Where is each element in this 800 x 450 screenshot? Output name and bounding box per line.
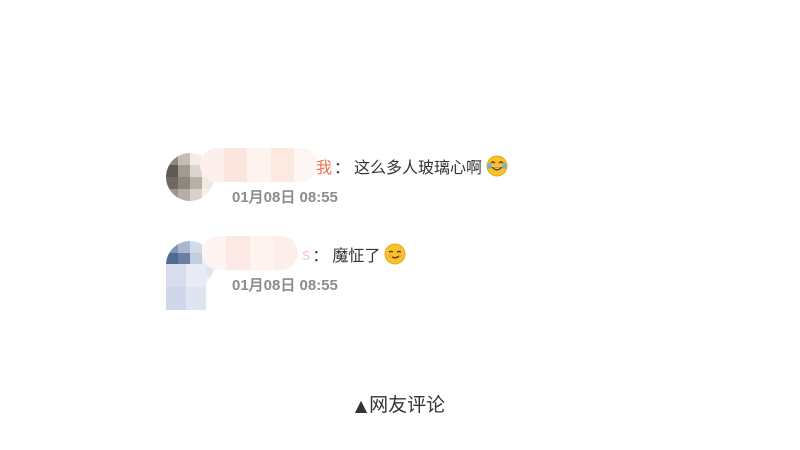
avatar-blur-overlay: [166, 264, 206, 310]
username[interactable]: 我: [316, 154, 332, 178]
colon: ：: [312, 246, 329, 265]
comment-time: 01月08日 08:55: [232, 277, 338, 294]
section-title: 网友评论: [369, 394, 446, 416]
comment-item: s ： 魔怔了 01月08日 08:55: [166, 236, 586, 310]
username-blurred[interactable]: [200, 148, 318, 182]
comments-section-header[interactable]: ▲ 网友评论: [0, 390, 800, 417]
triangle-up-icon: ▲: [354, 396, 368, 415]
comment-line: s ： 魔怔了: [302, 242, 406, 266]
colon: ：: [334, 158, 351, 177]
comment-text: 这么多人玻璃心啊: [354, 158, 483, 177]
comment-text: 魔怔了: [332, 246, 381, 265]
comment-time: 01月08日 08:55: [232, 189, 338, 206]
username[interactable]: s: [302, 245, 310, 264]
comment-line: 我 ： 这么多人玻璃心啊: [316, 154, 508, 178]
smirk-emoji-icon: [384, 243, 406, 265]
laughing-tears-emoji-icon: [486, 155, 508, 177]
comment-item: 我 ： 这么多人玻璃心啊 01月08日 08:55: [166, 148, 586, 208]
username-blurred[interactable]: [202, 236, 298, 270]
